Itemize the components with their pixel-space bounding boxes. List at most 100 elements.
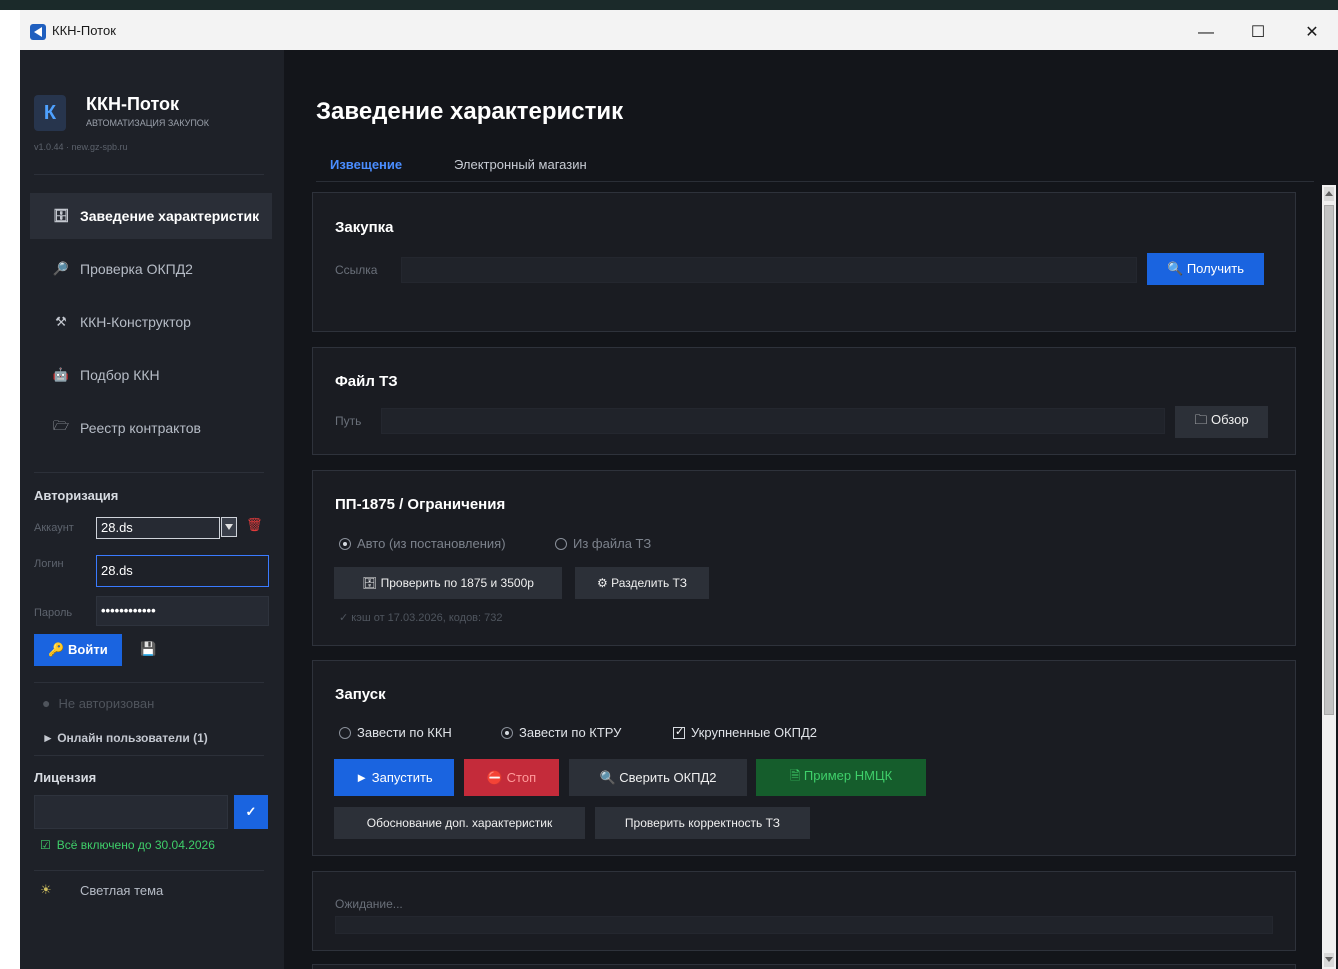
- checkbox-indicator: [673, 725, 685, 739]
- divider: [34, 870, 264, 871]
- radio-auto[interactable]: Авто (из постановления): [339, 536, 506, 551]
- start-button[interactable]: ► Запустить: [334, 759, 454, 796]
- tab-e-shop[interactable]: Электронный магазин: [454, 157, 587, 172]
- nav-item-constructor[interactable]: ⚒ ККН-Конструктор: [30, 299, 272, 345]
- tab-notice[interactable]: Извещение: [330, 157, 402, 172]
- nav-item-label: Заведение характеристик: [80, 208, 260, 224]
- nav-item-characteristics[interactable]: 🗄 Заведение характеристик: [30, 193, 272, 239]
- divider: [34, 472, 264, 473]
- radio-indicator: [339, 726, 351, 739]
- nav-item-label: Реестр контрактов: [80, 420, 201, 436]
- split-tz-button[interactable]: ⚙ Разделить ТЗ: [575, 567, 709, 599]
- login-button[interactable]: 🔑 Войти: [34, 634, 122, 666]
- nav-item-contracts[interactable]: 🗁 Реестр контрактов: [30, 405, 272, 451]
- nav-item-label: Подбор ККН: [80, 367, 160, 383]
- brand-title: ККН-Поток: [86, 94, 180, 114]
- divider: [34, 174, 264, 175]
- app-logo: К: [34, 95, 66, 131]
- launch-card: Запуск Завести по ККН Завести по КТРУ Ук…: [312, 660, 1296, 856]
- titlebar: ККН-Поток — ☐ ✕: [20, 10, 1338, 50]
- magnifier-icon: 🔎: [52, 261, 70, 276]
- radio-label: Завести по ККН: [357, 725, 452, 740]
- scroll-down-arrow[interactable]: [1324, 953, 1334, 967]
- theme-toggle[interactable]: ☀ Светлая тема: [40, 882, 163, 898]
- desktop-background: [0, 0, 1338, 10]
- radio-indicator: [501, 726, 513, 739]
- tz-file-title: Файл ТЗ: [335, 373, 398, 390]
- checkbox-enlarged-okpd2[interactable]: Укрупненные ОКПД2: [673, 725, 817, 740]
- auth-status-text: Не авторизован: [58, 695, 155, 711]
- scroll-thumb[interactable]: [1324, 205, 1334, 715]
- nav-item-label: ККН-Конструктор: [80, 314, 191, 330]
- license-status: ☑ Всё включено до 30.04.2026: [40, 838, 215, 852]
- scroll-up-arrow[interactable]: [1324, 187, 1334, 201]
- robot-icon: 🤖: [52, 367, 70, 382]
- account-label: Аккаунт: [34, 522, 74, 534]
- app-icon: [30, 24, 46, 40]
- link-label: Ссылка: [335, 263, 378, 277]
- pp1875-card: ПП-1875 / Ограничения Авто (из постановл…: [312, 470, 1296, 646]
- verify-okpd2-button[interactable]: 🔍 Сверить ОКПД2: [569, 759, 747, 796]
- check-1875-button[interactable]: 🗄 Проверить по 1875 и 3500р: [334, 567, 562, 599]
- check-box-icon: ☑: [40, 838, 51, 852]
- cabinet-icon: 🗄: [52, 208, 70, 223]
- auth-status: ● Не авторизован: [42, 695, 154, 711]
- radio-label: Из файла ТЗ: [573, 536, 652, 551]
- nmck-example-button[interactable]: 🗎 Пример НМЦК: [756, 759, 926, 796]
- maximize-button[interactable]: ☐: [1236, 18, 1280, 48]
- account-combobox[interactable]: 28.ds: [96, 517, 220, 539]
- password-input[interactable]: ••••••••••••: [96, 596, 269, 626]
- get-button[interactable]: 🔍 Получить: [1147, 253, 1264, 285]
- folder-icon: 🗁: [52, 418, 70, 433]
- nav-item-kkn-picker[interactable]: 🤖 Подбор ККН: [30, 352, 272, 398]
- tools-icon: ⚒: [55, 314, 67, 329]
- tab-underline: [316, 181, 1314, 182]
- scrollbar[interactable]: [1322, 185, 1336, 969]
- sun-icon: ☀: [40, 882, 52, 897]
- sidebar: К ККН-Поток АВТОМАТИЗАЦИЯ ЗАКУПОК v1.0.4…: [20, 50, 284, 969]
- radio-indicator: [555, 537, 567, 550]
- chevron-down-icon[interactable]: [221, 517, 237, 537]
- next-card: [312, 964, 1296, 969]
- progress-bar: [335, 916, 1273, 934]
- radio-by-ktru[interactable]: Завести по КТРУ: [501, 725, 621, 740]
- version-label: v1.0.44 · new.gz-spb.ru: [34, 142, 128, 152]
- path-input[interactable]: [381, 408, 1165, 434]
- login-input[interactable]: 28.ds: [96, 555, 269, 587]
- cache-info: ✓ кэш от 17.03.2026, кодов: 732: [339, 612, 503, 624]
- progress-card: Ожидание...: [312, 871, 1296, 951]
- progress-status: Ожидание...: [335, 897, 403, 911]
- brand-subtitle: АВТОМАТИЗАЦИЯ ЗАКУПОК: [86, 118, 210, 128]
- check-tz-button[interactable]: Проверить корректность ТЗ: [595, 807, 810, 839]
- license-confirm-button[interactable]: ✓: [234, 795, 268, 829]
- purchase-title: Закупка: [335, 219, 394, 236]
- page-title: Заведение характеристик: [316, 98, 624, 125]
- nav-item-okpd2-check[interactable]: 🔎 Проверка ОКПД2: [30, 246, 272, 292]
- login-label: Логин: [34, 558, 64, 570]
- divider: [34, 755, 264, 756]
- license-heading: Лицензия: [34, 770, 97, 785]
- purchase-card: Закупка Ссылка 🔍 Получить: [312, 192, 1296, 332]
- app-window: ККН-Поток — ☐ ✕ К ККН-Поток АВТОМАТИЗАЦИ…: [20, 10, 1338, 969]
- online-users-toggle[interactable]: ► Онлайн пользователи (1): [42, 731, 208, 745]
- status-dot-icon: ●: [42, 695, 51, 711]
- pp1875-title: ПП-1875 / Ограничения: [335, 496, 506, 513]
- radio-from-file[interactable]: Из файла ТЗ: [555, 536, 651, 551]
- trash-icon[interactable]: 🗑: [246, 518, 263, 533]
- browse-button[interactable]: 🗀 Обзор: [1175, 406, 1268, 438]
- save-icon[interactable]: 💾: [140, 642, 156, 657]
- radio-indicator: [339, 537, 351, 550]
- minimize-button[interactable]: —: [1184, 18, 1228, 48]
- radio-label: Завести по КТРУ: [519, 725, 622, 740]
- radio-by-kkn[interactable]: Завести по ККН: [339, 725, 452, 740]
- stop-button[interactable]: ⛔ Стоп: [464, 759, 559, 796]
- close-button[interactable]: ✕: [1290, 18, 1334, 48]
- checkbox-label: Укрупненные ОКПД2: [691, 725, 818, 740]
- divider: [34, 682, 264, 683]
- path-label: Путь: [335, 414, 362, 428]
- justification-button[interactable]: Обоснование доп. характеристик: [334, 807, 585, 839]
- license-input[interactable]: [34, 795, 228, 829]
- radio-label: Авто (из постановления): [357, 536, 506, 551]
- link-input[interactable]: [401, 257, 1137, 283]
- theme-toggle-label: Светлая тема: [80, 882, 164, 898]
